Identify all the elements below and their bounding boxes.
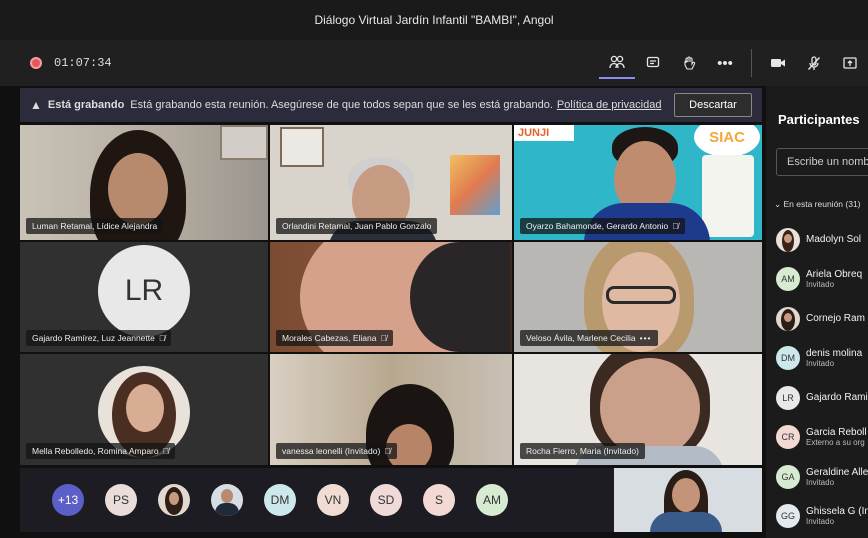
mic-off-icon: 🎙̸ [384,446,391,456]
participant-name-label: Luman Retamal, Lídice Alejandra [26,218,164,234]
video-grid: Luman Retamal, Lídice Alejandra Orlandin… [20,125,762,465]
self-view-video[interactable] [614,468,762,532]
participant-name-label: Morales Cabezas, Eliana 🎙̸ [276,330,393,346]
mic-off-icon: 🎙̸ [158,333,166,343]
toolbar-divider [751,49,752,77]
banner-title: Está grabando [47,99,125,111]
participant-list: Madolyn Sol AM Ariela Obreq Invitado Corn… [776,220,868,536]
recording-banner: ▲ Está grabando Está grabando esta reuni… [20,88,762,122]
video-tile[interactable]: Luman Retamal, Lídice Alejandra [20,125,268,240]
participant-name: Geraldine Alle [806,466,868,478]
meeting-title: Diálogo Virtual Jardín Infantil "BAMBI",… [314,13,554,27]
participant-avatar: DM [776,346,800,371]
banner-message: Está grabando esta reunión. Asegúrese de… [130,99,553,111]
participant-avatar: LR [776,385,800,410]
video-tile[interactable]: LR Gajardo Ramírez, Luz Jeannette 🎙̸ [20,242,268,352]
participant-name-label: Rocha Fierro, Maria (Invitado) [520,443,645,459]
participant-list-item[interactable]: CR Garcia Reboll Externo a su org [776,418,868,458]
more-options-icon[interactable]: ••• [640,333,652,343]
participant-role: Invitado [806,517,835,527]
video-tile[interactable]: Rocha Fierro, Maria (Invitado) [514,354,762,465]
participant-list-item[interactable]: Madolyn Sol [776,220,868,260]
in-meeting-section-header[interactable]: ⌄ En esta reunión (31) [774,199,861,210]
participant-name: Ariela Obreq [806,269,863,281]
participant-list-item[interactable]: GA Geraldine Alle Invitado [776,457,868,497]
participant-name-label: Veloso Ávila, Marlene Cecilia ••• [520,330,658,346]
share-icon[interactable] [832,47,868,79]
discard-button[interactable]: Descartar [674,93,752,117]
mic-off-icon: 🎙̸ [162,446,169,456]
participant-avatar[interactable]: SD [370,484,402,516]
video-tile[interactable]: Orlandini Retamal, Juan Pablo Gonzalo [270,125,512,240]
participant-avatar: CR [776,425,800,450]
participant-role: Invitado [806,359,835,369]
participant-avatar: GA [776,464,800,489]
warning-icon: ▲ [30,98,42,112]
participant-name: Ghissela G (In [806,506,868,518]
participant-photo-avatar[interactable] [158,484,190,516]
participant-avatar[interactable]: DM [264,484,296,516]
video-tile[interactable]: Mella Rebolledo, Romina Amparo 🎙̸ [20,354,268,465]
mic-off-icon[interactable] [796,47,832,79]
more-participants-button[interactable]: +13 [52,484,84,516]
participant-avatar[interactable]: PS [105,484,137,516]
participant-photo-avatar[interactable] [211,484,243,516]
video-tile[interactable]: Veloso Ávila, Marlene Cecilia ••• [514,242,762,352]
participant-avatar[interactable]: VN [317,484,349,516]
privacy-policy-link[interactable]: Política de privacidad [557,99,662,111]
video-tile[interactable]: Morales Cabezas, Eliana 🎙̸ [270,242,512,352]
participant-list-item[interactable]: GG Ghissela G (In Invitado [776,497,868,537]
participant-name: denis molina [806,348,863,360]
window-title-bar: Diálogo Virtual Jardín Infantil "BAMBI",… [0,0,868,40]
participant-name: Cornejo Ram [806,313,865,325]
meeting-timer: 01:07:34 [54,56,112,70]
participant-photo-avatar [776,306,800,331]
participant-list-item[interactable]: AM Ariela Obreq Invitado [776,260,868,300]
video-tile[interactable]: JUNJI SIAC Oyarzo Bahamonde, Gerardo Ant… [514,125,762,240]
recording-indicator-icon [30,57,42,69]
participant-avatar[interactable]: AM [476,484,508,516]
siac-sign: SIAC [694,125,760,157]
participant-overflow-bar: +13 PS DM VN SD S AM [20,468,614,532]
participant-list-item[interactable]: DM denis molina Invitado [776,339,868,379]
participant-avatar: GG [776,504,800,529]
participant-list-item[interactable]: LR Gajardo Rami [776,378,868,418]
video-tile[interactable]: vanessa leonelli (Invitado) 🎙̸ [270,354,512,465]
participant-photo-avatar [776,227,800,252]
panel-title: Participantes [778,112,860,127]
participant-name-label: Oyarzo Bahamonde, Gerardo Antonio 🎙̸ [520,218,685,234]
participant-name-label: Orlandini Retamal, Juan Pablo Gonzalo [276,218,438,234]
participant-avatar[interactable]: S [423,484,455,516]
participant-name: Garcia Reboll [806,427,867,439]
mic-off-icon: 🎙̸ [380,333,387,343]
raise-hand-icon[interactable] [671,47,707,79]
junji-sign: JUNJI [514,125,574,141]
participant-name-label: Gajardo Ramírez, Luz Jeannette 🎙̸ [26,330,172,346]
participant-avatar: AM [776,267,800,292]
participant-name: Madolyn Sol [806,234,862,246]
participant-name-label: Mella Rebolledo, Romina Amparo 🎙̸ [26,443,175,459]
participant-role: Invitado [806,280,835,290]
participant-avatar: LR [98,245,190,337]
participant-name: Gajardo Rami [806,392,868,404]
participant-role: Externo a su org [806,438,865,448]
participant-name-label: vanessa leonelli (Invitado) 🎙̸ [276,443,397,459]
participants-panel: Participantes Escribe un nomb ⌄ En esta … [766,86,868,538]
participant-search-input[interactable]: Escribe un nomb [776,148,868,176]
meeting-toolbar: 01:07:34 ••• [0,40,868,86]
more-icon[interactable]: ••• [707,47,743,79]
chat-icon[interactable] [635,47,671,79]
mic-off-icon: 🎙̸ [672,221,679,231]
participant-role: Invitado [806,477,835,487]
participant-list-item[interactable]: Cornejo Ram [776,299,868,339]
camera-icon[interactable] [760,47,796,79]
people-icon[interactable] [599,47,635,79]
